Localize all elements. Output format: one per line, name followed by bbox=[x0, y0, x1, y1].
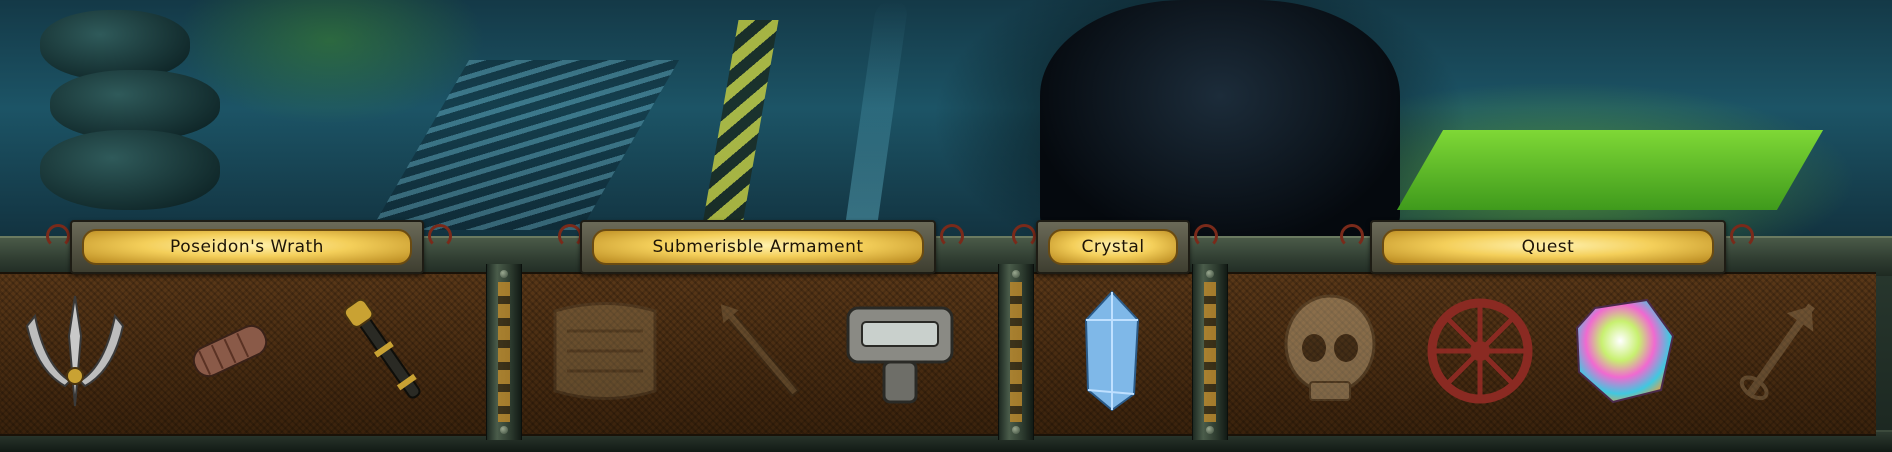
tab-label: Poseidon's Wrath bbox=[170, 237, 324, 257]
mech-silhouette bbox=[1040, 0, 1400, 240]
skull-icon bbox=[1284, 294, 1376, 401]
inventory-slot[interactable] bbox=[700, 286, 820, 416]
tab-submersible-armament[interactable]: Submerisble Armament bbox=[580, 220, 936, 274]
tab-label: Crystal bbox=[1081, 237, 1145, 257]
inventory-slot[interactable] bbox=[1270, 286, 1390, 416]
key-dagger-icon bbox=[1739, 303, 1815, 401]
inventory-slot[interactable] bbox=[170, 286, 290, 416]
panel-divider bbox=[486, 264, 522, 440]
visor-helmet-icon bbox=[846, 306, 954, 404]
chain-hook-icon bbox=[558, 224, 582, 248]
chain-hook-icon bbox=[1730, 224, 1754, 248]
chain-hook-icon bbox=[1340, 224, 1364, 248]
chain-hook-icon bbox=[1012, 224, 1036, 248]
harpoon-icon bbox=[720, 304, 800, 398]
tab-label: Submerisble Armament bbox=[652, 237, 864, 257]
inventory-slot[interactable] bbox=[15, 286, 135, 416]
tab-crystal[interactable]: Crystal bbox=[1036, 220, 1190, 274]
road-marking bbox=[843, 0, 909, 240]
chain-hook-icon bbox=[1194, 224, 1218, 248]
tab-label: Quest bbox=[1521, 237, 1575, 257]
inventory-slot[interactable] bbox=[1052, 286, 1172, 416]
chain-hook-icon bbox=[46, 224, 70, 248]
trident-head-icon bbox=[25, 295, 125, 407]
inventory-slot[interactable] bbox=[840, 286, 960, 416]
chain-hook-icon bbox=[428, 224, 452, 248]
blue-crystal-icon bbox=[1084, 290, 1140, 412]
panel-divider bbox=[1192, 264, 1228, 440]
panel-divider bbox=[998, 264, 1034, 440]
inventory-slot[interactable] bbox=[1420, 286, 1540, 416]
floor-grate bbox=[370, 60, 680, 230]
valve-wheel-icon bbox=[1427, 298, 1533, 404]
tab-poseidons-wrath[interactable]: Poseidon's Wrath bbox=[70, 220, 424, 274]
sandbag bbox=[40, 130, 220, 210]
trident-shaft-icon bbox=[192, 324, 268, 378]
hazard-stripe bbox=[701, 20, 779, 230]
chain-hook-icon bbox=[940, 224, 964, 248]
inventory-slot[interactable] bbox=[545, 286, 665, 416]
inventory-slot[interactable] bbox=[1565, 286, 1685, 416]
tab-quest[interactable]: Quest bbox=[1370, 220, 1726, 274]
floor-sign bbox=[1396, 130, 1824, 210]
inventory-slot[interactable] bbox=[1720, 286, 1840, 416]
rainbow-gem-icon bbox=[1575, 298, 1675, 404]
game-screen: Poseidon's Wrath Submerisble Armament Cr… bbox=[0, 0, 1892, 452]
trident-staff-icon bbox=[343, 298, 421, 399]
armor-plate-icon bbox=[553, 302, 657, 400]
game-world-view bbox=[0, 0, 1892, 240]
inventory-slot[interactable] bbox=[325, 286, 445, 416]
